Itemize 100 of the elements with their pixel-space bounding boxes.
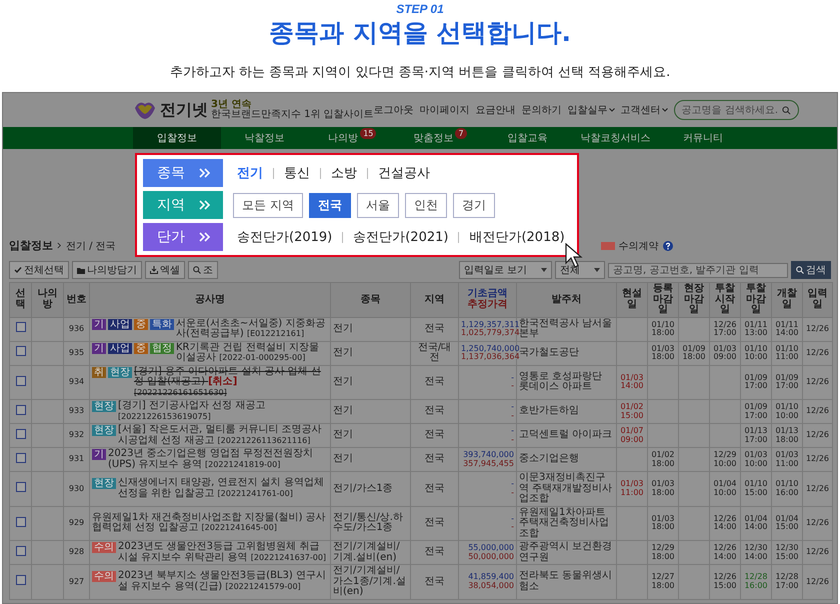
filter-option[interactable]: 전기: [233, 164, 267, 182]
search-button[interactable]: 검색: [791, 261, 831, 279]
table-cell: 전기: [333, 405, 353, 416]
filter-option[interactable]: 배전단가(2018): [465, 228, 569, 246]
nav-tab[interactable]: 낙찰코칭서비스: [572, 127, 660, 149]
category-tag: 사업: [108, 342, 132, 354]
nav-tab[interactable]: 커뮤니티: [659, 127, 748, 149]
search-field[interactable]: 공고명을 검색하세요.: [674, 100, 800, 120]
filter-option[interactable]: 소방: [327, 164, 361, 182]
toolbar-button[interactable]: 전체선택: [9, 261, 69, 279]
toolbar-button[interactable]: 조: [188, 261, 218, 279]
table-cell: 12/27 18:00: [650, 573, 676, 590]
table-cell: 01/10 10:00: [743, 344, 769, 362]
table-cell: 전국: [424, 322, 444, 334]
table-cell: 12/26 14:00: [712, 514, 738, 532]
row-checkbox[interactable]: [16, 546, 26, 556]
help-icon[interactable]: [662, 241, 673, 251]
nav-tab[interactable]: 입찰정보: [133, 127, 221, 149]
table-cell: 12/26: [806, 484, 830, 493]
notice-title[interactable]: [경기] 전기공사업자 선정 재공고 [20221226153619075]: [118, 401, 328, 422]
double-chevron-icon: [199, 200, 211, 210]
toolbar-button[interactable]: 나의방담기: [72, 261, 142, 279]
tagline: 한국브랜드만족지수 1위 입찰사이트: [211, 110, 374, 120]
row-checkbox[interactable]: [16, 452, 26, 463]
table-cell: 01/09 17:00: [774, 374, 800, 391]
filter-option-button[interactable]: 경기: [452, 192, 495, 218]
row-checkbox[interactable]: [16, 482, 26, 492]
row-checkbox[interactable]: [16, 404, 26, 415]
table-cell: 01/10 18:00: [650, 320, 676, 338]
count-badge: 7: [455, 128, 467, 139]
page-title: 종목과 지역을 선택합니다.: [269, 17, 571, 49]
table-cell: 국가철도공단: [519, 346, 579, 358]
table-cell: 12/26 15:00: [712, 573, 738, 590]
table-cell: 01/04 15:00: [774, 514, 800, 532]
download-icon: [150, 266, 158, 274]
table-cell: 12/26: [806, 547, 830, 556]
nav-tab[interactable]: 나의방 15: [308, 127, 396, 149]
base-amount: 1,129,357,311: [461, 320, 520, 329]
category-tag: 중: [134, 342, 148, 354]
filter-option[interactable]: 건설공사: [374, 164, 434, 182]
notice-title[interactable]: KR기록관 건립 전력설비 지장물 이설공사 [2022-01-000295-00]: [176, 342, 328, 364]
nav-tab[interactable]: 입찰교육: [484, 127, 572, 149]
table-cell: 01/02 15:00: [619, 403, 645, 420]
award-text: 3년 연속: [211, 100, 252, 110]
table-cell: 중소기업은행: [519, 453, 579, 464]
notice-title[interactable]: 서운로(서초초~서일중) 지중화공사(전력공급부) [E012212161]: [176, 318, 328, 340]
row-checkbox[interactable]: [16, 322, 26, 332]
notice-title[interactable]: 2023년도 생물안전3등급 고위험병원체 취급시설 유지보수 위탁관리 용역 [20221241637-00]: [118, 542, 328, 563]
table-cell: 12/26: [806, 454, 830, 464]
row-checkbox[interactable]: [16, 516, 26, 526]
search-placeholder: 공고명을 검색하세요.: [682, 104, 778, 117]
filter-option-button[interactable]: 전국: [308, 192, 351, 218]
filter-option[interactable]: 송전단가(2021): [349, 228, 452, 246]
table-cell: 전기: [333, 376, 353, 387]
toolbar-button[interactable]: 엑셀: [145, 261, 185, 279]
row-checkbox[interactable]: [16, 376, 26, 386]
filter-option[interactable]: 통신: [280, 164, 314, 182]
table-cell: 전기/가스1종: [333, 482, 393, 494]
column-header: 추정가격: [468, 298, 508, 310]
top-link[interactable]: 로그아웃: [374, 103, 414, 117]
filter-option-button[interactable]: 인천: [404, 192, 447, 218]
site-logo[interactable]: 전기넷: [160, 100, 208, 120]
base-amount: 1,250,740,000: [461, 344, 520, 353]
top-link[interactable]: 문의하기: [522, 103, 562, 117]
column-header: 등록 마감일: [653, 283, 673, 315]
notice-title[interactable]: [서울] 작은도서관, 멀티룸 커뮤니티 조명공사 시공업체 선정 재공고 [20221226113621116]: [118, 425, 328, 446]
table-cell: 영통로 호성파랑단 롯데이스 아파트: [519, 370, 602, 392]
search-field[interactable]: 공고명, 공고번호, 발주기관 입력: [608, 262, 788, 278]
table-cell: 전국: [424, 429, 444, 440]
filter-option-button[interactable]: 서울: [356, 192, 399, 218]
row-checkbox[interactable]: [16, 575, 26, 585]
column-header: 선택: [16, 288, 26, 310]
top-link[interactable]: 입찰실무: [568, 103, 615, 117]
notice-title[interactable]: 2023년 중소기업은행 영업점 무정전전원장치(UPS) 유지보수 용역 [20221241819-00]: [108, 449, 328, 470]
row-checkbox[interactable]: [16, 428, 26, 439]
view-dropdown[interactable]: 입력일로 보기: [458, 261, 552, 279]
table-cell: 12/26 14:00: [712, 544, 738, 561]
estimated-price: 50,000,000: [468, 552, 514, 560]
top-link[interactable]: 마이페이지: [420, 103, 470, 117]
column-header: 입력일: [808, 288, 828, 310]
notice-title[interactable]: 2023년 북부지소 생물안전3등급(BL3) 연구시설 유지보수 용역(긴급) [20221241579-00]: [118, 571, 328, 592]
table-cell: 933: [68, 406, 84, 416]
top-link[interactable]: 고객센터: [620, 103, 668, 117]
filter-option[interactable]: 송전단가(2019): [233, 228, 336, 246]
column-header: 나의방: [38, 288, 58, 310]
table-cell: 934: [68, 377, 84, 386]
top-link[interactable]: 요금안내: [476, 103, 516, 117]
filter-option-button[interactable]: 모든 지역: [233, 192, 303, 218]
row-checkbox[interactable]: [16, 346, 26, 356]
table-cell: 한국전력공사 남서울본부: [519, 318, 612, 339]
table-cell: 01/10 10:00: [774, 403, 800, 420]
caret-icon: [594, 268, 600, 272]
notice-title[interactable]: 신재생에너지 태양광, 연료전지 설치 용역업체 선정을 위한 입찰공고 [20221241761-00]: [118, 478, 328, 500]
notice-title[interactable]: [경기] 용주 이다아파트 설치 공사 업체 선정 입찰(재공고) [취소] [20221226161651630]: [134, 366, 328, 398]
logo-icon: [133, 100, 157, 120]
breadcrumb-section[interactable]: 입찰정보: [9, 238, 53, 253]
nav-tab[interactable]: 낙찰정보: [220, 127, 308, 149]
nav-tab[interactable]: 맞춤정보 7: [396, 127, 484, 149]
table-cell: 전국: [424, 453, 444, 464]
scope-dropdown[interactable]: 전체: [555, 261, 605, 279]
